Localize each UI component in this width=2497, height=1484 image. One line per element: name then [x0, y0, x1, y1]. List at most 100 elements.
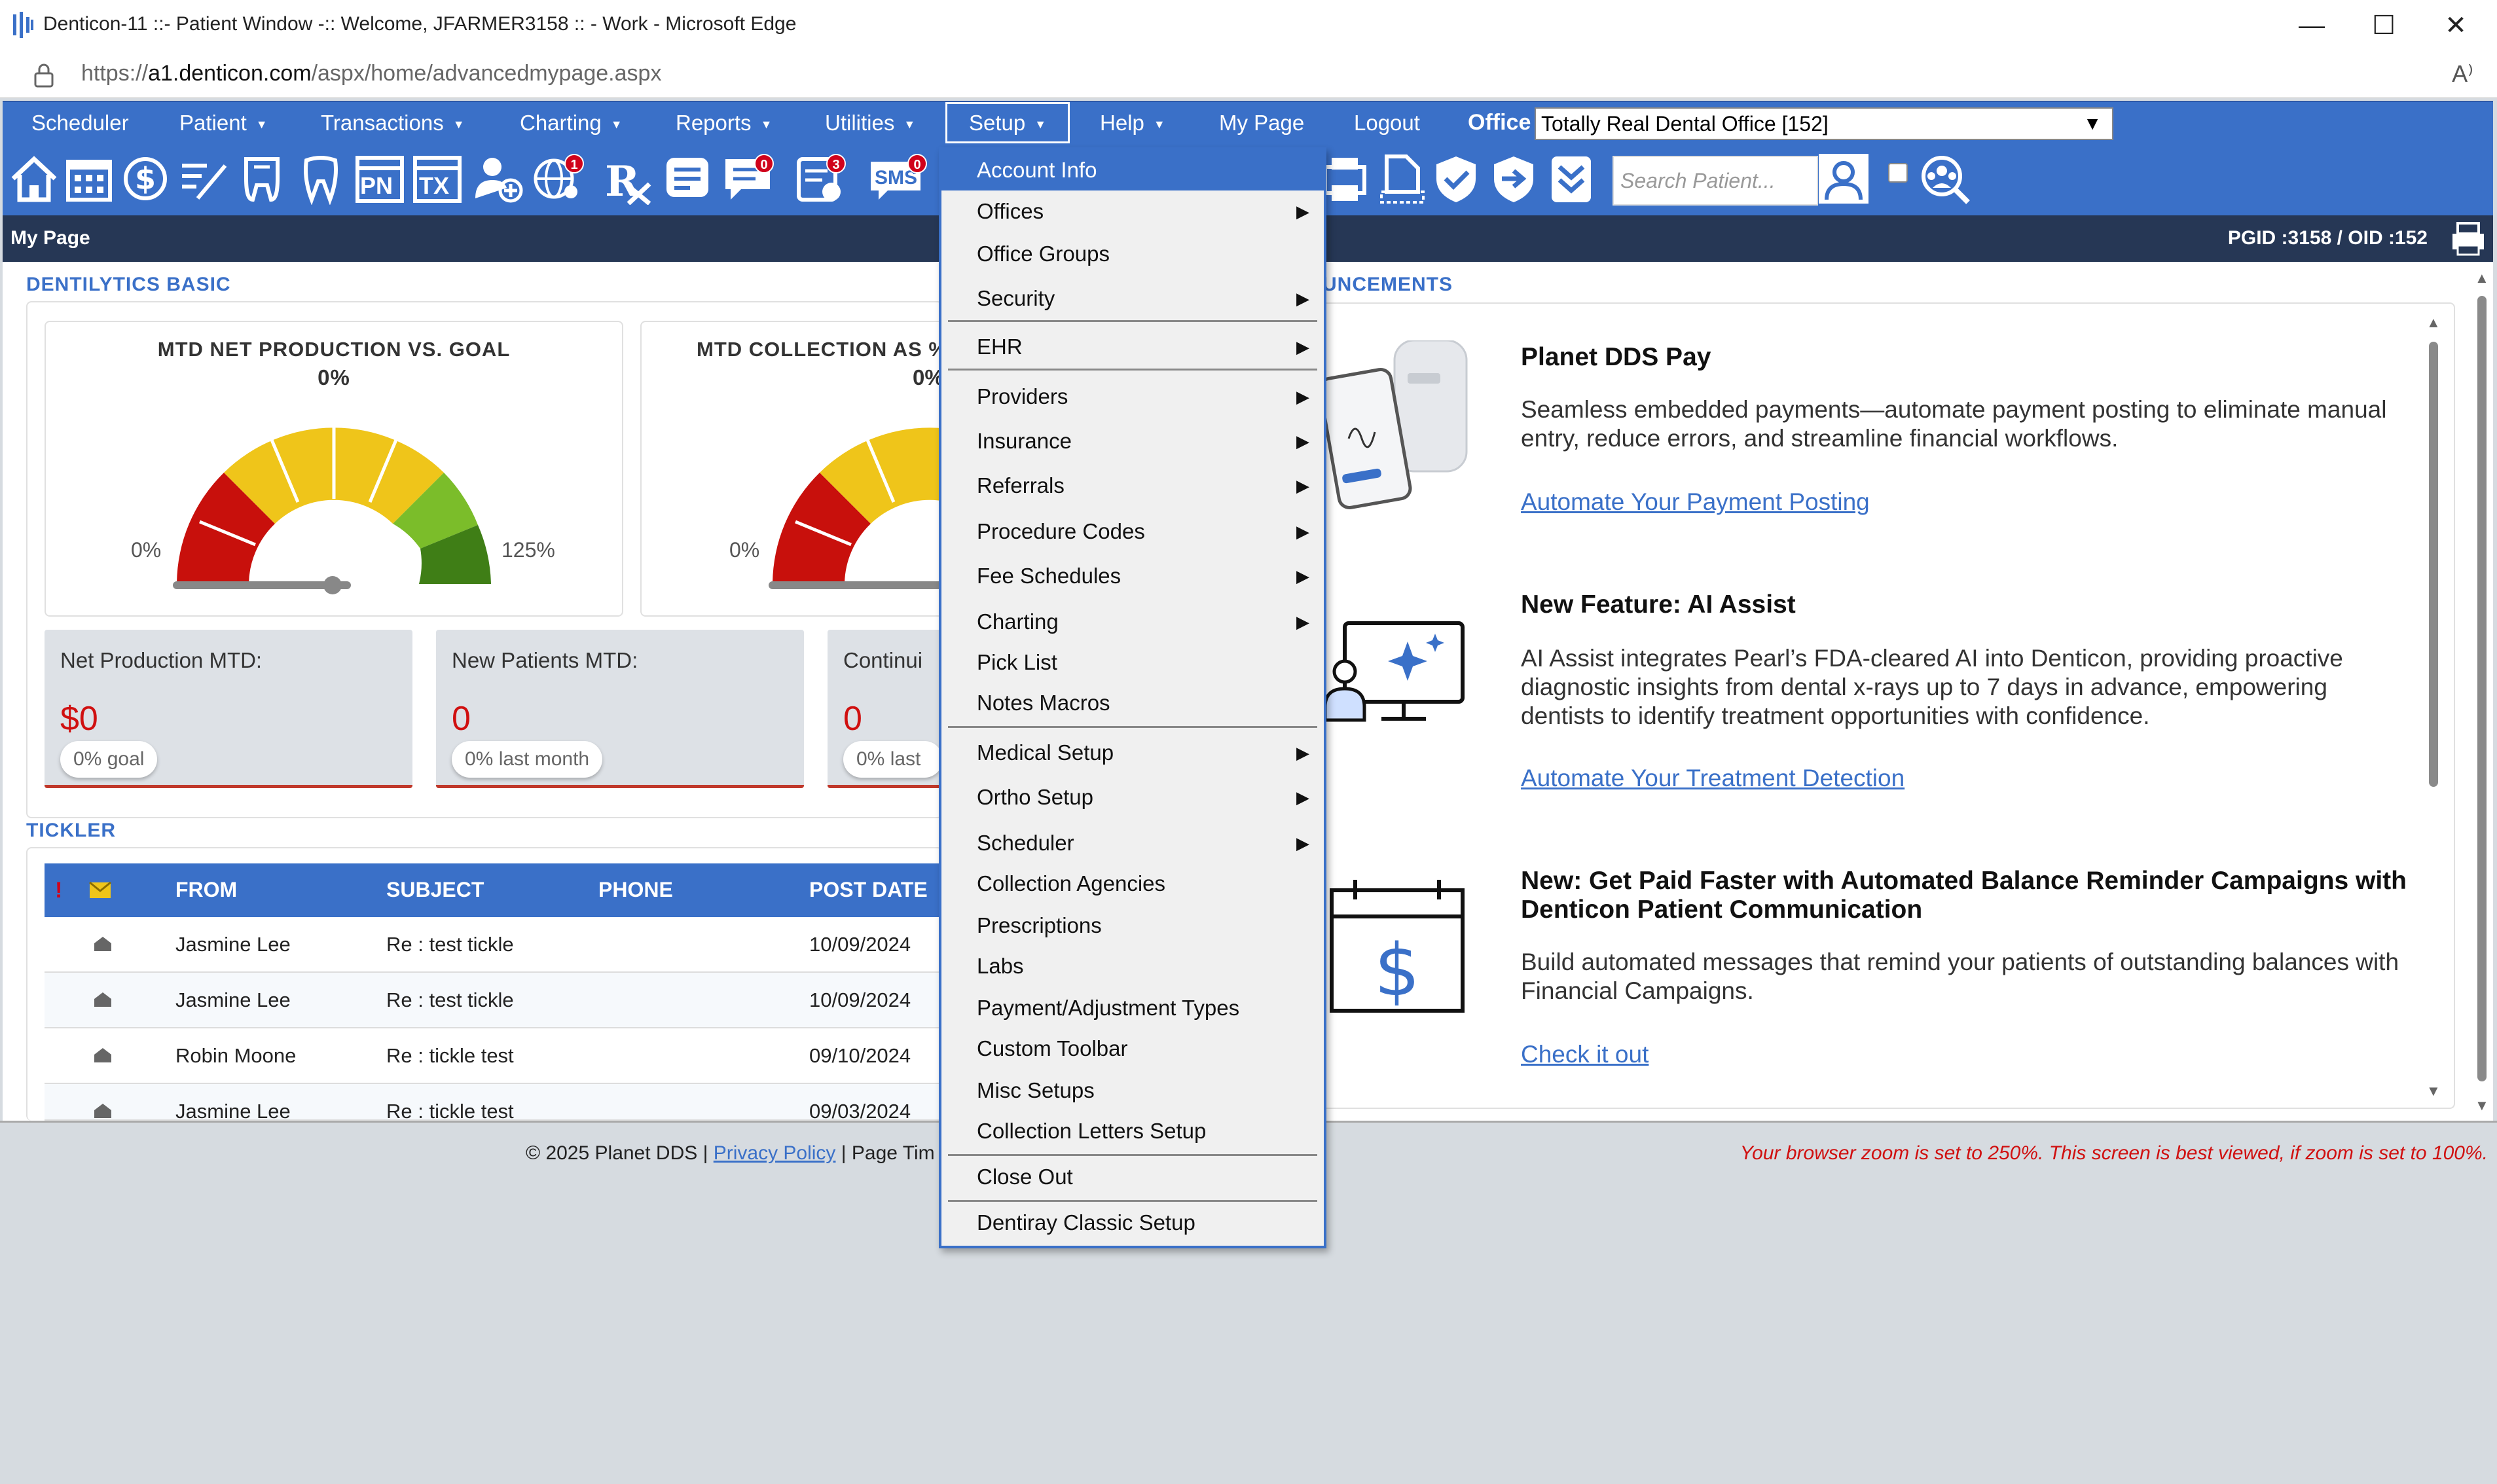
- setup-item-security[interactable]: Security ▶: [941, 278, 1324, 319]
- table-row[interactable]: Robin Moone Re : tickle test 09/10/2024: [45, 1028, 941, 1084]
- setup-item-procedure-codes[interactable]: Procedure Codes ▶: [941, 511, 1324, 552]
- announcement-link[interactable]: Automate Your Treatment Detection: [1521, 765, 1905, 792]
- flag-header[interactable]: !: [55, 878, 62, 903]
- setup-item-office-groups[interactable]: Office Groups: [941, 234, 1324, 274]
- setup-item-ehr[interactable]: EHR ▶: [941, 327, 1324, 367]
- setup-item-ortho-setup[interactable]: Ortho Setup ▶: [941, 777, 1324, 818]
- menu-transactions[interactable]: Transactions ▼: [321, 102, 465, 143]
- chevrons-down-icon[interactable]: [1545, 153, 1597, 205]
- sms-icon[interactable]: SMS 0: [868, 153, 927, 205]
- web-users-icon[interactable]: 1: [532, 153, 584, 205]
- scroll-down-icon: ▼: [2426, 1083, 2441, 1099]
- setup-item-prescriptions[interactable]: Prescriptions: [941, 905, 1324, 946]
- menu-divider: [948, 1200, 1317, 1202]
- patient-search-icon[interactable]: [1817, 153, 1870, 205]
- gauge-dial: [173, 427, 491, 594]
- printer-icon[interactable]: [2450, 222, 2487, 256]
- notes-pencil-icon[interactable]: [178, 153, 230, 205]
- setup-item-notes-macros[interactable]: Notes Macros: [941, 683, 1324, 723]
- setup-item-providers[interactable]: Providers ▶: [941, 376, 1324, 417]
- setup-item-pick-list[interactable]: Pick List: [941, 642, 1324, 683]
- chevron-right-icon: ▶: [1296, 431, 1309, 451]
- office-select[interactable]: Totally Real Dental Office [152] ▼: [1535, 107, 2113, 140]
- setup-item-offices[interactable]: Offices ▶: [941, 193, 1324, 230]
- announcement-link[interactable]: Check it out: [1521, 1041, 1649, 1068]
- patient-search-input[interactable]: Search Patient...: [1613, 156, 1818, 206]
- table-row[interactable]: Jasmine Lee Re : tickle test 09/03/2024: [45, 1084, 941, 1121]
- window-titlebar: Denticon-11 ::- Patient Window -:: Welco…: [0, 0, 2497, 51]
- setup-item-charting[interactable]: Charting ▶: [941, 602, 1324, 642]
- prescription-icon[interactable]: R: [602, 153, 655, 205]
- col-subject[interactable]: SUBJECT: [386, 878, 484, 902]
- setup-item-payment-adjustment-types[interactable]: Payment/Adjustment Types: [941, 988, 1324, 1028]
- page-title: My Page: [10, 227, 90, 249]
- col-from[interactable]: FROM: [175, 878, 237, 902]
- home-icon[interactable]: [8, 153, 60, 205]
- setup-item-collection-agencies[interactable]: Collection Agencies: [941, 863, 1324, 904]
- menu-my-page[interactable]: My Page: [1219, 102, 1304, 143]
- menu-reports[interactable]: Reports ▼: [676, 102, 772, 143]
- menu-patient[interactable]: Patient ▼: [179, 102, 268, 143]
- tooth-icon[interactable]: [295, 153, 347, 205]
- add-patient-icon[interactable]: [473, 153, 525, 205]
- tooth-chart-icon[interactable]: [236, 153, 288, 205]
- menu-logout[interactable]: Logout: [1354, 102, 1420, 143]
- setup-item-account-info[interactable]: Account Info: [941, 150, 1324, 190]
- maximize-button[interactable]: ☐: [2348, 8, 2420, 43]
- setup-item-misc-setups[interactable]: Misc Setups: [941, 1070, 1324, 1111]
- envelope-open-icon: [94, 1048, 111, 1062]
- setup-item-collection-letters-setup[interactable]: Collection Letters Setup: [941, 1111, 1324, 1151]
- minimize-button[interactable]: —: [2276, 8, 2348, 43]
- scroll-up-icon: ▲: [2426, 314, 2441, 331]
- page-scrollbar[interactable]: ▲ ▼: [2472, 270, 2490, 1114]
- treatment-plan-icon[interactable]: TX: [411, 153, 464, 205]
- setup-item-custom-toolbar[interactable]: Custom Toolbar: [941, 1028, 1324, 1069]
- tasks-icon[interactable]: 3: [793, 153, 846, 205]
- kpi-value: 0: [452, 700, 471, 738]
- announcements-section-title: UNCEMENTS: [1322, 274, 1453, 295]
- setup-item-close-out[interactable]: Close Out: [941, 1157, 1324, 1197]
- setup-item-dentiray-classic-setup[interactable]: Dentiray Classic Setup: [941, 1203, 1324, 1243]
- kpi-label: Continui: [843, 648, 923, 672]
- url-text[interactable]: https://a1.denticon.com/aspx/home/advanc…: [81, 61, 661, 86]
- notes-icon[interactable]: [661, 153, 714, 205]
- document-icon[interactable]: [1375, 153, 1427, 205]
- privacy-policy-link[interactable]: Privacy Policy: [714, 1142, 836, 1164]
- close-window-button[interactable]: ✕: [2420, 8, 2492, 43]
- col-phone[interactable]: PHONE: [598, 878, 673, 902]
- announcements-scrollbar[interactable]: ▲ ▼: [2425, 314, 2441, 1100]
- col-post-date[interactable]: POST DATE: [809, 878, 928, 902]
- toolbar-checkbox[interactable]: [1888, 163, 1908, 183]
- gauge-net-production: MTD NET PRODUCTION VS. GOAL 0% 0% 125%: [45, 321, 623, 617]
- chevron-down-icon: ▼: [1153, 117, 1165, 131]
- shield-arrow-icon[interactable]: [1487, 153, 1540, 205]
- menu-charting[interactable]: Charting ▼: [520, 102, 623, 143]
- shield-check-icon[interactable]: [1430, 153, 1482, 205]
- kpi-pill: 0% last month: [452, 741, 603, 778]
- print-icon[interactable]: [1319, 153, 1371, 205]
- setup-item-labs[interactable]: Labs: [941, 946, 1324, 986]
- table-row[interactable]: Jasmine Lee Re : test tickle 10/09/2024: [45, 917, 941, 973]
- setup-item-scheduler[interactable]: Scheduler ▶: [941, 823, 1324, 863]
- setup-item-medical-setup[interactable]: Medical Setup ▶: [941, 733, 1324, 773]
- progress-notes-icon[interactable]: PN: [354, 153, 406, 205]
- menu-scheduler[interactable]: Scheduler: [31, 102, 129, 143]
- address-bar[interactable]: https://a1.denticon.com/aspx/home/advanc…: [0, 51, 2497, 98]
- envelope-icon[interactable]: [89, 882, 111, 899]
- setup-item-insurance[interactable]: Insurance ▶: [941, 421, 1324, 461]
- menu-utilities[interactable]: Utilities ▼: [825, 102, 915, 143]
- dollar-icon[interactable]: $: [119, 153, 172, 205]
- messages-icon[interactable]: 0: [721, 153, 774, 205]
- window-title: Denticon-11 ::- Patient Window -:: Welco…: [43, 13, 797, 35]
- menu-setup[interactable]: Setup ▼: [945, 102, 1070, 143]
- chevron-right-icon: ▶: [1296, 202, 1309, 221]
- calendar-icon[interactable]: [63, 153, 115, 205]
- setup-item-fee-schedules[interactable]: Fee Schedules ▶: [941, 556, 1324, 596]
- group-search-icon[interactable]: [1918, 153, 1971, 205]
- menu-help[interactable]: Help ▼: [1100, 102, 1165, 143]
- setup-item-referrals[interactable]: Referrals ▶: [941, 465, 1324, 506]
- table-row[interactable]: Jasmine Lee Re : test tickle 10/09/2024: [45, 973, 941, 1028]
- gauge-title: MTD COLLECTION AS %: [697, 338, 947, 361]
- announcement-link[interactable]: Automate Your Payment Posting: [1521, 488, 1870, 516]
- read-aloud-icon[interactable]: A⁾: [2452, 60, 2473, 88]
